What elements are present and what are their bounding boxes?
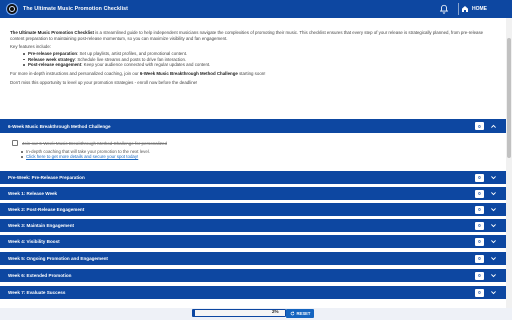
section-title: Pre-Week: Pre-Release Preparation (8, 175, 85, 180)
home-icon (462, 6, 468, 12)
count-badge: 0 (475, 221, 484, 230)
chevron-down-icon[interactable] (490, 174, 497, 181)
features-heading: Key features include: (10, 44, 52, 50)
top-bar: The Ultimate Music Promotion Checklist H… (0, 0, 512, 18)
content-scrollbar[interactable] (506, 18, 512, 308)
section-header-week-6[interactable]: Week 6: Extended Promotion 0 (0, 269, 506, 282)
section-header-week-5[interactable]: Week 5: Ongoing Promotion and Engagement… (0, 252, 506, 265)
count-badge: 0 (475, 205, 484, 214)
chevron-down-icon[interactable] (490, 206, 497, 213)
task-subitems: In-depth coaching that will take your pr… (21, 149, 150, 160)
challenge-section-body: Join our 6-Week Music Breakthrough Metho… (0, 133, 506, 170)
task-checkbox[interactable] (12, 140, 18, 146)
section-header-week-3[interactable]: Week 3: Maintain Engagement 0 (0, 219, 506, 232)
section-header-week-1[interactable]: Week 1: Release Week 0 (0, 187, 506, 200)
progress-fill (193, 310, 195, 316)
app-title: The Ultimate Music Promotion Checklist (23, 6, 129, 12)
chevron-up-icon[interactable] (490, 123, 497, 130)
deadline-note: Don't miss this opportunity to level up … (10, 79, 198, 85)
section-title: Week 1: Release Week (8, 191, 58, 196)
count-badge: 0 (475, 271, 484, 280)
section-header-challenge[interactable]: 6-Week Music Breakthrough Method Challen… (0, 119, 506, 133)
challenge-promo: For more in-depth instructions and perso… (10, 71, 266, 77)
count-badge: 0 (475, 288, 484, 297)
list-item: Post-release engagement: Keep your audie… (23, 62, 498, 68)
features-list: Pre-release preparation: Set up playlist… (23, 51, 498, 68)
section-title: Week 2: Post-Release Engagement (8, 207, 85, 212)
chevron-down-icon[interactable] (490, 222, 497, 229)
bottom-bar: 2% RESET (0, 308, 512, 320)
section-title: Week 4: Visibility Boost (8, 239, 60, 244)
bell-icon[interactable] (439, 4, 449, 14)
count-badge: 0 (475, 254, 484, 263)
section-header-week-2[interactable]: Week 2: Post-Release Engagement 0 (0, 203, 506, 216)
reset-label: RESET (296, 311, 311, 316)
count-badge: 0 (475, 173, 484, 182)
count-badge: 0 (475, 237, 484, 246)
home-label: HOME (472, 6, 487, 12)
section-title: Week 3: Maintain Engagement (8, 223, 75, 228)
section-title: Week 5: Ongoing Promotion and Engagement (8, 256, 108, 261)
chevron-down-icon[interactable] (490, 255, 497, 262)
chevron-down-icon[interactable] (490, 272, 497, 279)
details-link[interactable]: Click here to get more details and secur… (21, 154, 150, 159)
section-title: Week 7: Evaluate Success (8, 290, 66, 295)
scroll-thumb[interactable] (507, 38, 511, 158)
intro-paragraph: The Ultimate Music Promotion Checklist i… (10, 30, 484, 41)
section-header-week-4[interactable]: Week 4: Visibility Boost 0 (0, 235, 506, 248)
section-title: 6-Week Music Breakthrough Method Challen… (8, 123, 111, 129)
count-badge: 0 (475, 122, 484, 130)
chevron-down-icon[interactable] (490, 289, 497, 296)
chevron-down-icon[interactable] (490, 190, 497, 197)
chevron-down-icon[interactable] (490, 238, 497, 245)
count-badge: 0 (475, 189, 484, 198)
topbar-divider (458, 3, 459, 15)
section-title: Week 6: Extended Promotion (8, 273, 72, 278)
task-label: Join our 6-Week Music Breakthrough Metho… (22, 140, 167, 146)
home-button[interactable]: HOME (461, 3, 501, 15)
progress-percent: 2% (272, 309, 279, 314)
intro-text: The Ultimate Music Promotion Checklist i… (10, 30, 498, 89)
section-header-pre-week[interactable]: Pre-Week: Pre-Release Preparation 0 (0, 171, 506, 184)
main-content: The Ultimate Music Promotion Checklist i… (0, 18, 506, 308)
reset-icon (290, 311, 294, 316)
app-logo (6, 3, 18, 15)
reset-button[interactable]: RESET (286, 309, 314, 318)
section-header-week-7[interactable]: Week 7: Evaluate Success 0 (0, 286, 506, 299)
